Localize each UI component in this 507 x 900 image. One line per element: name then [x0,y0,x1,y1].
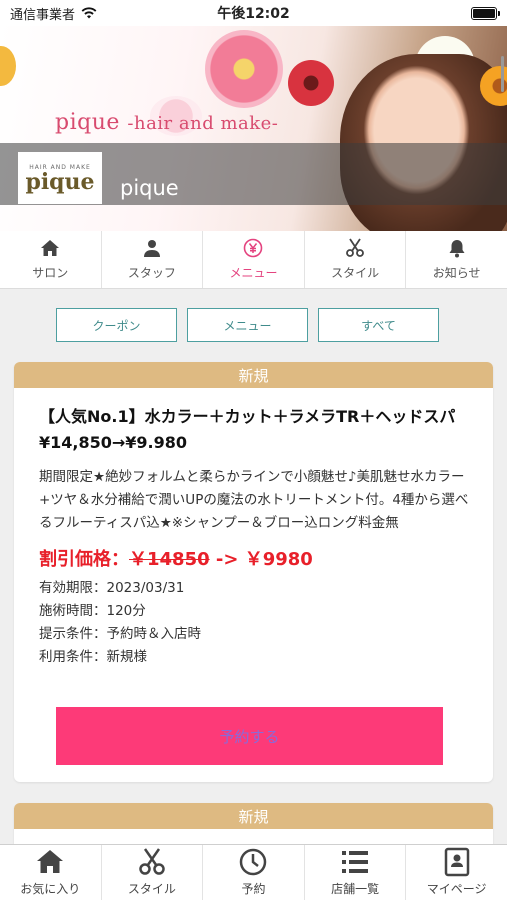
person-icon [143,240,160,257]
coupon-usage: 利用条件：新規様 [39,649,147,665]
scroll-indicator [501,56,504,92]
shop-name: pique [120,176,179,200]
tab-favorites[interactable]: お気に入り [0,845,102,900]
price-arrow: -> [209,549,245,570]
brand-title-main: pique [55,110,120,135]
nav-item-label: お知らせ [432,266,481,280]
header-banner: pique -hair and make- HAIR AND MAKE piqu… [0,26,507,231]
nav-item-salon[interactable]: サロン [0,231,102,288]
flower-decoration [0,46,16,86]
profile-card-icon [444,847,469,877]
coupon-label: 新規 [14,803,493,829]
scissors-icon [139,848,165,875]
price-label: 割引価格： [39,549,129,570]
scissors-icon [346,238,364,257]
brand-title: pique -hair and make- [55,110,278,135]
bottom-tab-bar: お気に入り スタイル 予約 店舗一覧 マイページ [0,844,507,900]
battery-icon [471,6,500,20]
bell-icon [449,240,465,258]
nav-item-label: スタッフ [127,266,176,280]
nav-item-news[interactable]: お知らせ [406,231,507,288]
wifi-icon [81,7,97,19]
yen-icon [244,238,263,258]
nav-item-label: サロン [32,266,69,280]
tab-mypage[interactable]: マイページ [406,845,507,900]
coupon-valid-period: 有効期限：2023/03/31 [39,580,185,596]
shop-logo: HAIR AND MAKE pique [18,152,102,204]
tab-store-list[interactable]: 店舗一覧 [305,845,407,900]
list-icon [342,851,369,873]
coupon-card: 新規 【人気No.1】水カラー＋カット＋ラメラTR＋ヘッドスパ¥14,850→¥… [14,362,493,782]
price-new: ￥9980 [244,549,313,570]
coupon-price: 割引価格：￥14850 -> ￥9980 [39,545,477,571]
status-bar: 通信事業者 午後12:02 [0,0,507,26]
coupon-details: 有効期限：2023/03/31 施術時間：120分 提示条件：予約時＆入店時 利… [39,577,477,669]
coupon-description: 期間限定★絶妙フォルムと柔らかラインで小顔魅せ♪美肌魅せ水カラー+ツヤ＆水分補給… [39,469,469,531]
coupon-title: 【人気No.1】水カラー＋カット＋ラメラTR＋ヘッドスパ¥14,850→¥9.9… [39,407,456,452]
tab-label: マイページ [426,882,487,896]
tab-label: スタイル [127,882,176,896]
nav-item-style[interactable]: スタイル [305,231,407,288]
tab-label: 予約 [241,882,266,896]
filter-menu-button[interactable]: メニュー [187,308,308,342]
brand-title-sub: -hair and make- [127,113,279,134]
tab-label: お気に入り [20,882,81,896]
nav-item-menu[interactable]: メニュー [203,231,305,288]
filter-buttons: クーポン メニュー すべて [56,308,439,342]
reserve-button[interactable]: 予約する [56,707,443,765]
filter-coupon-button[interactable]: クーポン [56,308,177,342]
nav-item-label: スタイル [331,266,380,280]
flower-decoration [205,30,283,108]
price-old: ￥14850 [129,549,210,570]
nav-item-staff[interactable]: スタッフ [102,231,204,288]
coupon-condition: 提示条件：予約時＆入店時 [39,626,201,642]
tab-style[interactable]: スタイル [102,845,204,900]
tab-label: 店舗一覧 [331,882,380,896]
flower-decoration [288,60,334,106]
logo-word: pique [25,168,95,195]
top-navigation: サロン スタッフ メニュー スタイル お知らせ [0,231,507,289]
home-icon [41,240,60,256]
carrier-name: 通信事業者 [10,7,76,23]
filter-all-button[interactable]: すべて [318,308,439,342]
coupon-label: 新規 [14,362,493,388]
clock-icon [240,848,267,876]
carrier-info: 通信事業者 [10,4,97,23]
tab-reservation[interactable]: 予約 [203,845,305,900]
nav-item-label: メニュー [229,266,278,280]
home-icon [37,850,64,873]
coupon-duration: 施術時間：120分 [39,603,146,619]
